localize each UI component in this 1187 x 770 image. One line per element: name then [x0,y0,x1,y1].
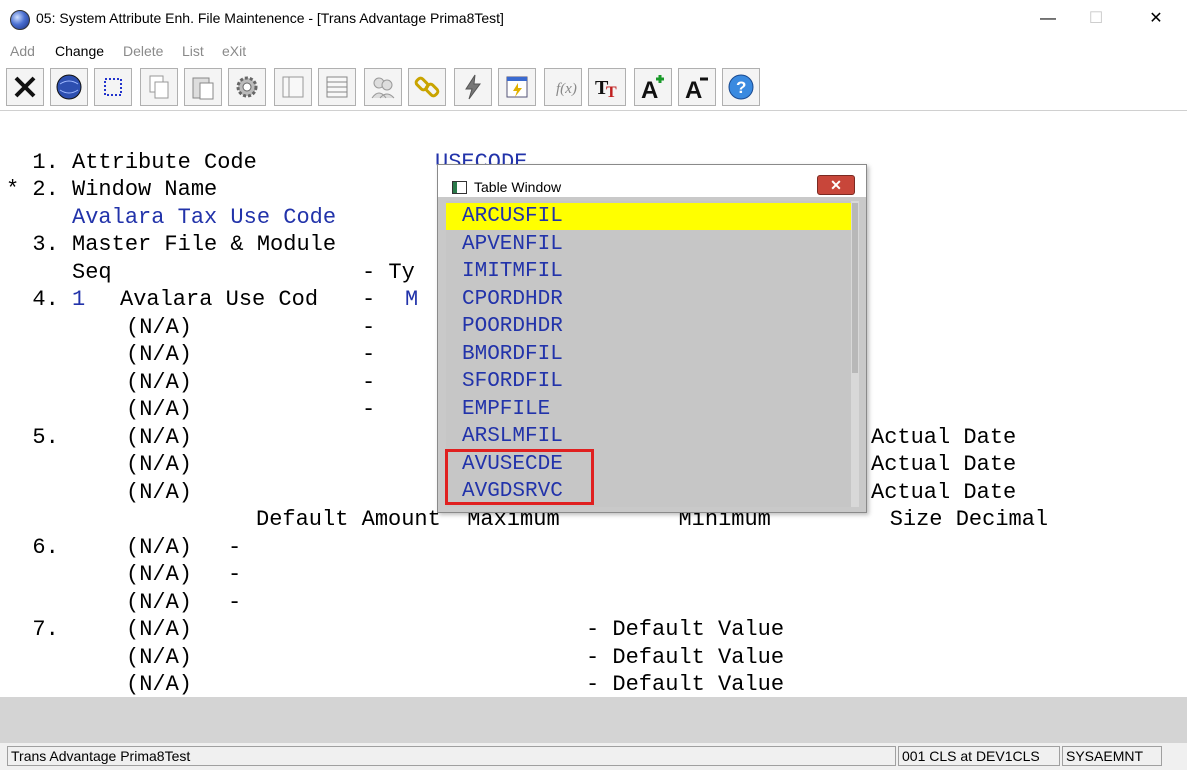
default-value-label: - Default Value [586,672,785,697]
table-window-title: Table Window [474,179,562,195]
status-session: 001 CLS at DEV1CLS [898,746,1060,766]
row-7-number: 7. [6,617,59,642]
dash: - [228,590,242,615]
status-program: SYSAEMNT [1062,746,1162,766]
list-item[interactable]: ARSLMFIL [446,423,851,450]
scrollbar-thumb[interactable] [852,203,858,373]
list-item[interactable]: POORDHDR [446,313,851,340]
message-area [0,697,1187,743]
row-4-seq[interactable]: 1 [6,287,85,313]
attribute-code-label: 1. Attribute Code [6,150,257,175]
actual-date-label: Actual Date [871,480,1017,505]
dash: - [362,397,376,422]
na-row: (N/A) [126,645,193,670]
dash: - [362,342,376,367]
na-row: (N/A) [126,562,193,587]
svg-text:?: ? [736,78,746,97]
users-icon[interactable] [364,68,402,106]
menu-exit[interactable]: eXit [222,43,246,59]
row-6-number: 6. [6,535,59,560]
table-window-close-button[interactable]: ✕ [817,175,855,195]
na-row: (N/A) [126,535,193,560]
status-company: Trans Advantage Prima8Test [7,746,896,766]
menu-bar: Add Change Delete List eXit [0,38,1187,62]
help-icon[interactable]: ? [722,68,760,106]
list-item[interactable]: BMORDFIL [446,341,851,368]
exit-icon[interactable] [6,68,44,106]
paste-icon[interactable] [184,68,222,106]
window-name-value[interactable]: Avalara Tax Use Code [6,205,336,231]
list-item[interactable]: APVENFIL [446,231,851,258]
function-icon[interactable]: f(x) [544,68,582,106]
menu-list[interactable]: List [182,43,204,59]
lightning-icon[interactable] [454,68,492,106]
na-row: (N/A) [126,617,193,642]
table-scrollbar[interactable] [851,201,859,507]
row-4-desc: Avalara Use Cod [120,287,319,312]
title-bar: 05: System Attribute Enh. File Maintenen… [0,0,1187,38]
na-row: (N/A) [126,452,193,477]
select-icon[interactable] [94,68,132,106]
link-icon[interactable] [408,68,446,106]
copy-icon[interactable] [140,68,178,106]
row-5-number: 5. [6,425,59,450]
list-item[interactable]: IMITMFIL [446,258,851,285]
actual-date-label: Actual Date [871,425,1017,450]
seq-header: Seq [6,260,112,285]
font-increase-icon[interactable]: A [634,68,672,106]
report-icon[interactable] [498,68,536,106]
menu-add[interactable]: Add [10,43,35,59]
minimize-button[interactable]: — [1025,4,1071,34]
master-file-label: 3. Master File & Module [6,232,337,257]
actual-date-label: Actual Date [871,452,1017,477]
default-value-label: - Default Value [586,617,785,642]
globe-app-icon [10,10,30,30]
dash: - [362,370,376,395]
settings-icon[interactable] [228,68,266,106]
font-decrease-icon[interactable]: A [678,68,716,106]
row-4-type[interactable]: M [405,287,418,313]
table-window-titlebar: Table Window ✕ [438,165,866,197]
na-row: (N/A) [126,590,193,615]
menu-delete[interactable]: Delete [123,43,163,59]
type-header: - Ty [362,260,415,285]
dash: - [362,315,376,340]
list-item[interactable]: SFORDFIL [446,368,851,395]
na-row: (N/A) [126,315,193,340]
list-item[interactable]: CPORDHDR [446,286,851,313]
window-title: 05: System Attribute Enh. File Maintenen… [36,10,504,26]
toolbar: f(x) TT A A ? [0,64,1187,110]
menu-change[interactable]: Change [55,43,104,59]
svg-text:A: A [685,77,702,102]
status-bar: Trans Advantage Prima8Test 001 CLS at DE… [0,743,1187,770]
na-row: (N/A) [126,672,193,697]
na-row: (N/A) [126,397,193,422]
form-icon[interactable] [274,68,312,106]
svg-text:f(x): f(x) [556,81,577,97]
close-button[interactable]: ✕ [1133,4,1179,34]
dash: - [228,535,242,560]
font-icon[interactable]: TT [588,68,626,106]
highlight-box [445,449,594,505]
table-icon[interactable] [318,68,356,106]
svg-text:A: A [641,77,658,102]
default-value-label: - Default Value [586,645,785,670]
na-row: (N/A) [126,342,193,367]
row-4-dash: - [362,287,376,312]
window-name-label: * 2. Window Name [6,177,218,202]
globe-icon[interactable] [50,68,88,106]
svg-text:T: T [606,84,617,101]
na-row: (N/A) [126,480,193,505]
window-icon [452,181,467,194]
na-row: (N/A) [126,425,193,450]
maximize-button[interactable]: ☐ [1073,4,1119,34]
dash: - [228,562,242,587]
list-item[interactable]: EMPFILE [446,396,851,423]
na-row: (N/A) [126,370,193,395]
list-item[interactable]: ARCUSFIL [446,203,851,230]
